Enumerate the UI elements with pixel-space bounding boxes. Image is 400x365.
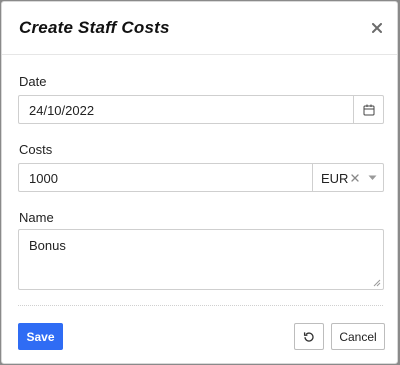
- save-button[interactable]: Save: [18, 323, 63, 350]
- reset-icon: [303, 331, 314, 342]
- currency-select[interactable]: EUR: [312, 164, 383, 191]
- date-picker-button[interactable]: [353, 96, 383, 123]
- name-textarea[interactable]: Bonus: [18, 229, 384, 290]
- currency-value: EUR: [321, 171, 349, 186]
- footer-divider: [18, 305, 383, 306]
- date-label: Date: [19, 74, 47, 89]
- clear-icon: [351, 174, 359, 182]
- close-button[interactable]: [366, 17, 388, 39]
- costs-field[interactable]: 1000 EUR: [18, 163, 384, 192]
- name-label: Name: [19, 210, 54, 225]
- costs-value: 1000: [29, 171, 58, 186]
- cancel-button[interactable]: Cancel: [331, 323, 385, 350]
- currency-dropdown-toggle[interactable]: [366, 170, 378, 186]
- modal-header: Create Staff Costs: [2, 2, 397, 55]
- date-field[interactable]: 24/10/2022: [18, 95, 384, 124]
- reset-button[interactable]: [294, 323, 324, 350]
- date-value: 24/10/2022: [29, 103, 95, 118]
- create-staff-costs-dialog: Create Staff Costs Date 24/10/2022 Costs…: [1, 1, 398, 364]
- chevron-down-icon: [368, 175, 376, 180]
- modal-title: Create Staff Costs: [19, 18, 170, 37]
- currency-clear-button[interactable]: [348, 170, 362, 186]
- resize-handle-icon[interactable]: [373, 279, 381, 287]
- costs-label: Costs: [19, 142, 53, 157]
- close-icon: [372, 23, 382, 33]
- calendar-icon: [363, 104, 374, 115]
- name-value: Bonus: [29, 238, 66, 253]
